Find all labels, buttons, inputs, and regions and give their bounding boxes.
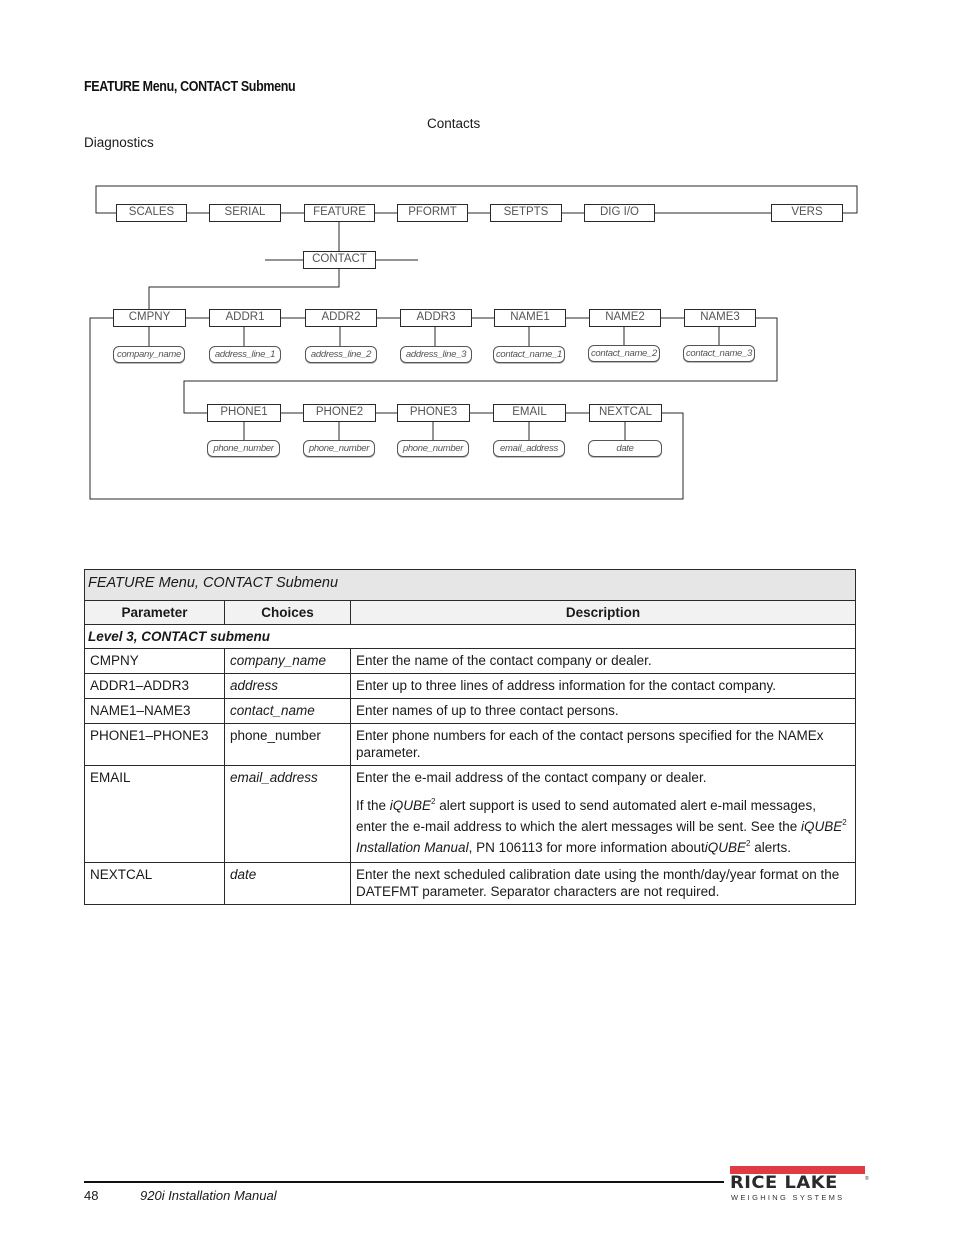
choice-pill-company-name: company_name [113,346,185,363]
cell-parameter: CMPNY [84,648,225,674]
header-description: Description [350,600,856,625]
table-row: PHONE1–PHONE3 phone_number Enter phone n… [84,723,856,766]
connector [148,269,340,309]
cell-description: Enter names of up to three contact perso… [350,698,856,724]
diagram-label: Diagnostics [84,135,154,150]
manual-title: 920i Installation Manual [140,1188,277,1203]
cell-choices: email_address [224,765,351,863]
param-node-name1: NAME1 [494,309,566,327]
table-caption: FEATURE Menu, CONTACT Submenu [84,569,856,601]
cell-parameter: NEXTCAL [84,862,225,905]
logo-tagline: WEIGHING SYSTEMS [731,1193,845,1202]
choice-pill-address-line-1: address_line_1 [209,346,281,363]
menu-node-pformt: PFORMT [397,204,468,222]
logo-wordmark: RICE LAKE [730,1173,838,1193]
choice-pill-contact-name-3: contact_name_3 [683,345,755,362]
cell-parameter: PHONE1–PHONE3 [84,723,225,766]
cell-choices: address [224,673,351,699]
cell-choices: date [224,862,351,905]
menu-node-setpts: SETPTS [490,204,562,222]
param-node-phone3: PHONE3 [397,404,470,422]
param-node-cmpny: CMPNY [113,309,186,327]
description-text: Enter the e-mail address of the contact … [356,770,707,785]
choice-pill-phone-number-3: phone_number [397,440,469,457]
menu-node-serial: SERIAL [209,204,281,222]
rice-lake-logo: RICE LAKE ® WEIGHING SYSTEMS [730,1166,870,1202]
cell-choices: phone_number [224,723,351,766]
header-parameter: Parameter [84,600,225,625]
table-header-row: Parameter Choices Description [84,600,856,625]
cell-description: Enter up to three lines of address infor… [350,673,856,699]
table-caption-row: FEATURE Menu, CONTACT Submenu [84,569,856,601]
cell-description: Enter phone numbers for each of the cont… [350,723,856,766]
choice-pill-email-address: email_address [493,440,565,457]
cell-description: Enter the name of the contact company or… [350,648,856,674]
menu-node-feature: FEATURE [304,204,375,222]
choice-pill-contact-name-1: contact_name_1 [493,346,565,363]
parameter-table: FEATURE Menu, CONTACT Submenu Parameter … [84,569,856,905]
section-title: FEATURE Menu, CONTACT Submenu [84,79,296,95]
row1-right-loop-line [183,317,778,414]
table-row: NAME1–NAME3 contact_name Enter names of … [84,698,856,724]
table-row: EMAIL email_address Enter the e-mail add… [84,765,856,863]
param-node-phone1: PHONE1 [207,404,281,422]
choice-pill-date: date [588,440,662,457]
choice-pill-phone-number-1: phone_number [207,440,280,457]
menu-diagram-lines [89,185,858,500]
menu-node-scales: SCALES [116,204,187,222]
param-node-email: EMAIL [493,404,566,422]
table-row: NEXTCAL date Enter the next scheduled ca… [84,862,856,905]
cell-choices: company_name [224,648,351,674]
choice-pill-address-line-2: address_line_2 [305,346,377,363]
choice-pill-phone-number-2: phone_number [303,440,375,457]
table-level-row: Level 3, CONTACT submenu [84,624,856,649]
footer-rule [84,1181,724,1183]
table-row: ADDR1–ADDR3 address Enter up to three li… [84,673,856,699]
param-node-addr1: ADDR1 [209,309,281,327]
level-label: Level 3, CONTACT submenu [84,624,856,649]
cell-parameter: ADDR1–ADDR3 [84,673,225,699]
param-node-phone2: PHONE2 [303,404,376,422]
cell-description: Enter the next scheduled calibration dat… [350,862,856,905]
table-row: CMPNY company_name Enter the name of the… [84,648,856,674]
header-choices: Choices [224,600,351,625]
param-node-name3: NAME3 [684,309,756,327]
registered-mark: ® [865,1176,869,1182]
choice-pill-contact-name-2: contact_name_2 [588,345,660,362]
cell-choices: contact_name [224,698,351,724]
page-number: 48 [84,1188,99,1203]
param-node-name2: NAME2 [589,309,661,327]
cell-description: Enter the e-mail address of the contact … [350,765,856,863]
iqube-note: If the iQUBE2 alert support is used to s… [356,797,847,856]
submenu-node-contact: CONTACT [303,251,376,269]
choice-pill-address-line-3: address_line_3 [400,346,472,363]
menu-node-dig-io: DIG I/O [584,204,655,222]
cell-parameter: NAME1–NAME3 [84,698,225,724]
param-node-nextcal: NEXTCAL [589,404,662,422]
param-node-addr2: ADDR2 [305,309,377,327]
cell-parameter: EMAIL [84,765,225,863]
figure-caption: Contacts [427,116,481,131]
menu-node-vers: VERS [771,204,843,222]
param-node-addr3: ADDR3 [400,309,472,327]
